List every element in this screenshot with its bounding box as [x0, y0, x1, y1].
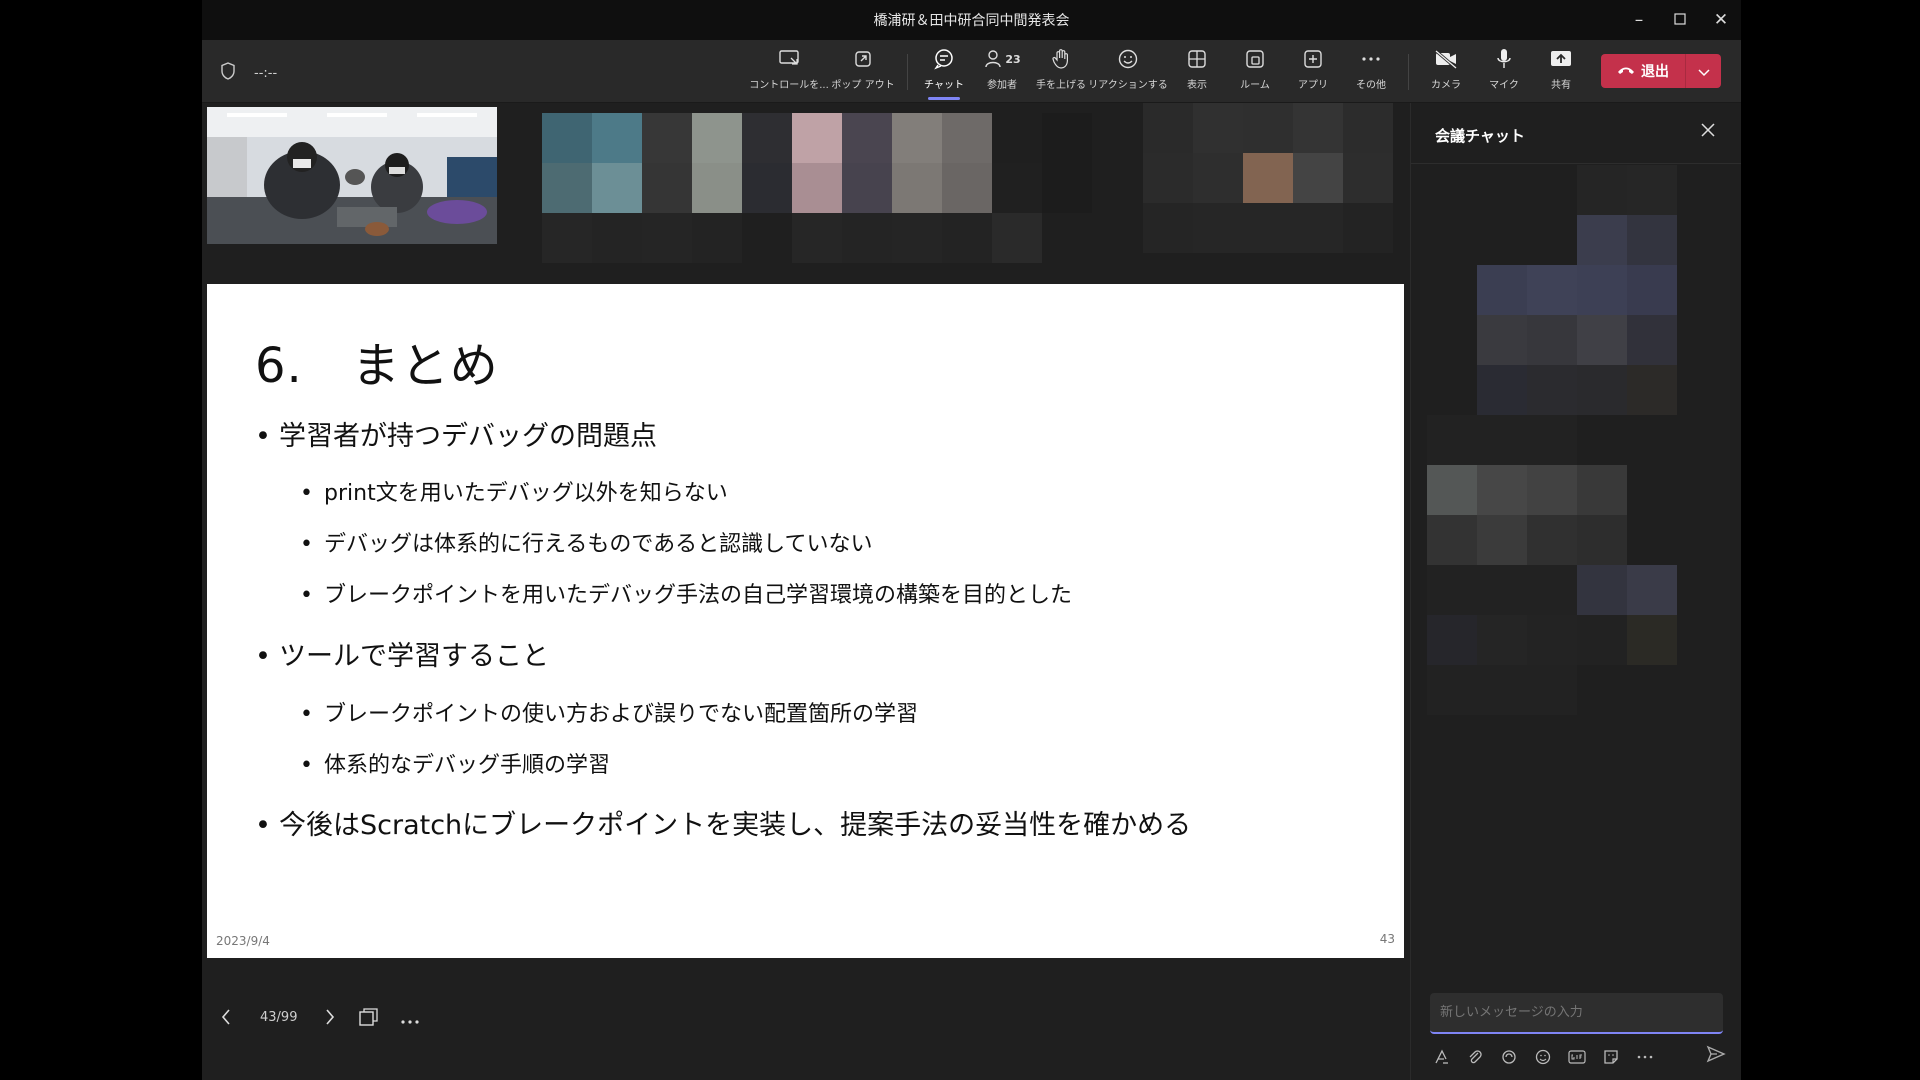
- attach-icon[interactable]: [1464, 1046, 1486, 1068]
- window-title: 橋浦研＆田中研合同中間発表会: [873, 13, 1070, 29]
- rooms-button[interactable]: ルーム: [1223, 48, 1287, 98]
- slide-position: 43/99: [260, 1010, 298, 1025]
- leave-label: 退出: [1641, 64, 1669, 80]
- participants-icon: 23: [983, 48, 1021, 70]
- format-icon[interactable]: [1430, 1046, 1452, 1068]
- view-button[interactable]: 表示: [1165, 48, 1229, 98]
- more-icon[interactable]: [1634, 1046, 1656, 1068]
- close-icon[interactable]: [1700, 122, 1716, 142]
- teams-meeting-window: 橋浦研＆田中研合同中間発表会 – ✕ --:-- コントロールを... ポップ …: [202, 0, 1741, 1080]
- apps-button[interactable]: アプリ: [1281, 48, 1345, 98]
- meeting-timer: --:--: [254, 65, 278, 81]
- slide-page-number: 43: [1379, 932, 1395, 946]
- meeting-toolbar: --:-- コントロールを... ポップ アウト チャット 23 参加者 手を上…: [202, 40, 1741, 103]
- slide-date: 2023/9/4: [216, 934, 270, 948]
- take-control-button[interactable]: コントロールを...: [749, 48, 829, 98]
- previous-slide-icon[interactable]: [220, 1008, 232, 1030]
- toolbar-left: --:--: [220, 62, 277, 84]
- slide-sub-bullet: • デバッグは体系的に行えるものであると認識していない: [300, 532, 873, 557]
- camera-button[interactable]: カメラ: [1414, 48, 1478, 98]
- more-icon: [1361, 48, 1381, 70]
- leave-button[interactable]: 退出: [1601, 54, 1685, 88]
- toolbar-separator: [907, 54, 908, 90]
- slide-grid-icon[interactable]: [359, 1008, 379, 1030]
- minimize-icon[interactable]: –: [1619, 4, 1659, 36]
- screen-share-control-icon: [778, 48, 800, 70]
- breakout-rooms-icon: [1245, 48, 1265, 70]
- chat-message-input[interactable]: [1430, 993, 1723, 1034]
- raise-hand-button[interactable]: 手を上げる: [1029, 48, 1093, 98]
- shield-icon: [220, 62, 236, 84]
- more-options-button[interactable]: その他: [1339, 48, 1403, 98]
- slide-bullet: • 学習者が持つデバッグの問題点: [255, 421, 657, 452]
- participants-button[interactable]: 23 参加者: [970, 48, 1034, 98]
- slide-navigation: 43/99: [202, 998, 602, 1038]
- message-input-field[interactable]: [1430, 993, 1723, 1032]
- chat-title: 会議チャット: [1435, 127, 1525, 145]
- participant-count: 23: [1005, 52, 1021, 66]
- add-app-icon: [1303, 48, 1323, 70]
- meeting-chat-panel: 会議チャット: [1410, 103, 1741, 1080]
- pop-out-button[interactable]: ポップ アウト: [831, 48, 895, 98]
- classroom-video-frame: [207, 107, 497, 244]
- slide-more-icon[interactable]: [400, 1014, 420, 1029]
- participant-video[interactable]: [207, 107, 497, 244]
- send-icon[interactable]: [1706, 1044, 1726, 1068]
- next-slide-icon[interactable]: [324, 1008, 336, 1030]
- chat-compose-toolbar: [1430, 1045, 1726, 1069]
- toolbar-separator: [1408, 54, 1409, 90]
- sticker-icon[interactable]: [1600, 1046, 1622, 1068]
- grid-view-icon: [1187, 48, 1207, 70]
- microphone-button[interactable]: マイク: [1472, 48, 1536, 98]
- chat-messages-blurred: [1427, 165, 1677, 715]
- slide-sub-bullet: • ブレークポイントの使い方および誤りでない配置箇所の学習: [300, 702, 919, 727]
- emoji-icon[interactable]: [1532, 1046, 1554, 1068]
- microphone-icon: [1494, 48, 1514, 70]
- leave-button-group: 退出: [1601, 54, 1721, 88]
- slide-sub-bullet: • print文を用いたデバッグ以外を知らない: [300, 481, 728, 506]
- close-window-icon[interactable]: ✕: [1701, 4, 1741, 36]
- raise-hand-icon: [1051, 48, 1071, 70]
- share-button[interactable]: 共有: [1529, 48, 1593, 98]
- share-screen-icon: [1550, 48, 1572, 70]
- slide-bullet: • 今後はScratchにブレークポイントを実装し、提案手法の妥当性を確かめる: [255, 810, 1192, 841]
- chat-button[interactable]: チャット: [912, 48, 976, 100]
- maximize-icon[interactable]: [1660, 4, 1700, 36]
- loop-icon[interactable]: [1498, 1046, 1520, 1068]
- participant-tiles-blurred: [542, 113, 1092, 263]
- presentation-slide: 6. まとめ • 学習者が持つデバッグの問題点 • print文を用いたデバッグ以外…: [207, 284, 1404, 958]
- phone-hangup-icon: [1617, 63, 1635, 79]
- title-bar: 橋浦研＆田中研合同中間発表会 – ✕: [202, 0, 1741, 40]
- reactions-button[interactable]: リアクションする: [1088, 48, 1168, 98]
- slide-sub-bullet: • ブレークポイントを用いたデバッグ手法の自己学習環境の構築を目的とした: [300, 583, 1073, 608]
- smiley-icon: [1117, 48, 1139, 70]
- slide-sub-bullet: • 体系的なデバッグ手順の学習: [300, 753, 611, 778]
- chat-icon: [933, 48, 955, 70]
- participant-tile-blurred: [1143, 103, 1393, 253]
- slide-title: 6. まとめ: [255, 338, 499, 394]
- gif-icon[interactable]: [1566, 1046, 1588, 1068]
- leave-options-dropdown[interactable]: [1686, 62, 1721, 81]
- pop-out-icon: [853, 48, 873, 70]
- meeting-stage: 6. まとめ • 学習者が持つデバッグの問題点 • print文を用いたデバッグ以外…: [202, 103, 1410, 1080]
- camera-off-icon: [1434, 48, 1458, 70]
- chevron-down-icon: [1697, 62, 1710, 81]
- chat-header: 会議チャット: [1411, 103, 1741, 164]
- slide-bullet: • ツールで学習すること: [255, 641, 549, 672]
